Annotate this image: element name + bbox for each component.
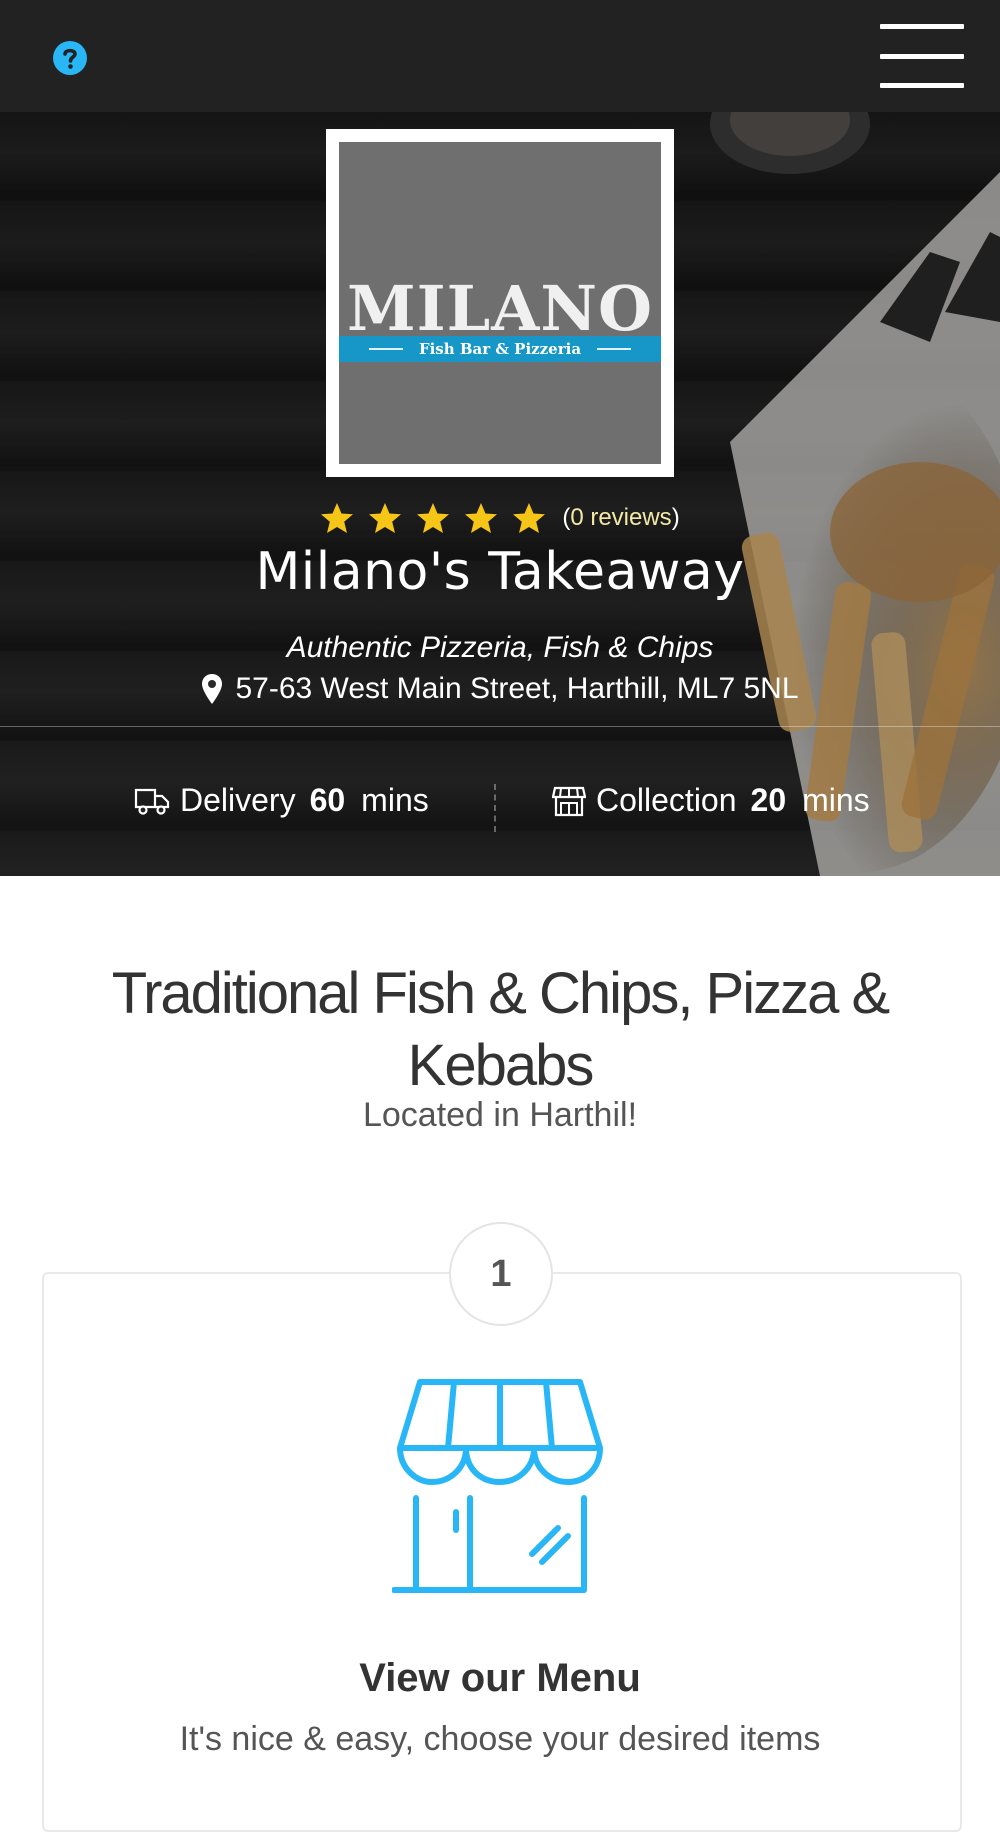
reviews-link[interactable]: (0 reviews) bbox=[562, 504, 679, 532]
step-number-badge: 1 bbox=[449, 1222, 553, 1326]
star-icon bbox=[369, 503, 402, 533]
delivery-van-icon bbox=[134, 788, 170, 815]
hamburger-menu-icon[interactable] bbox=[880, 24, 964, 88]
logo-wordmark: MILANO bbox=[346, 272, 653, 345]
hero-divider bbox=[0, 726, 1000, 727]
shop-front-icon bbox=[392, 1379, 603, 1593]
reviews-count[interactable]: 0 reviews bbox=[570, 504, 671, 531]
intro-subtitle: Located in Harthil! bbox=[362, 1096, 638, 1134]
star-icon bbox=[417, 503, 450, 533]
map-pin-icon bbox=[202, 674, 223, 704]
collection-minutes: 20 bbox=[750, 782, 787, 818]
logo-subtitle-band: Fish Bar & Pizzeria bbox=[339, 336, 661, 362]
collection-time: Collection 20 mins bbox=[552, 782, 870, 819]
service-times: Delivery 60 mins Collection 20 mins bbox=[0, 782, 1000, 832]
question-circle-icon[interactable] bbox=[52, 40, 88, 76]
delivery-minutes: 60 bbox=[309, 782, 346, 818]
store-icon bbox=[552, 786, 586, 816]
delivery-time: Delivery 60 mins bbox=[134, 782, 429, 819]
star-icon bbox=[513, 503, 546, 533]
collection-unit: mins bbox=[802, 782, 870, 818]
star-rating bbox=[320, 502, 546, 534]
restaurant-logo: MILANO Fish Bar & Pizzeria bbox=[326, 129, 674, 477]
star-icon bbox=[321, 503, 354, 533]
restaurant-address: 57-63 West Main Street, Harthill, ML7 5N… bbox=[0, 672, 1000, 706]
address-text: 57-63 West Main Street, Harthill, ML7 5N… bbox=[235, 672, 799, 705]
step-description: It's nice & easy, choose your desired it… bbox=[179, 1720, 821, 1758]
step-title: View our Menu bbox=[359, 1656, 641, 1700]
times-separator bbox=[494, 784, 496, 832]
collection-label: Collection bbox=[596, 782, 737, 818]
delivery-label: Delivery bbox=[180, 782, 296, 818]
restaurant-tagline: Authentic Pizzeria, Fish & Chips bbox=[286, 631, 714, 664]
star-icon bbox=[465, 503, 498, 533]
intro-title: Traditional Fish & Chips, Pizza & Kebabs bbox=[111, 961, 890, 1098]
top-bar bbox=[0, 0, 1000, 112]
restaurant-name: Milano's Takeaway bbox=[255, 542, 745, 602]
logo-subtitle: Fish Bar & Pizzeria bbox=[418, 340, 582, 358]
delivery-unit: mins bbox=[361, 782, 429, 818]
rating: (0 reviews) bbox=[0, 502, 1000, 534]
hero-banner: MILANO Fish Bar & Pizzeria (0 reviews) M… bbox=[0, 112, 1000, 876]
